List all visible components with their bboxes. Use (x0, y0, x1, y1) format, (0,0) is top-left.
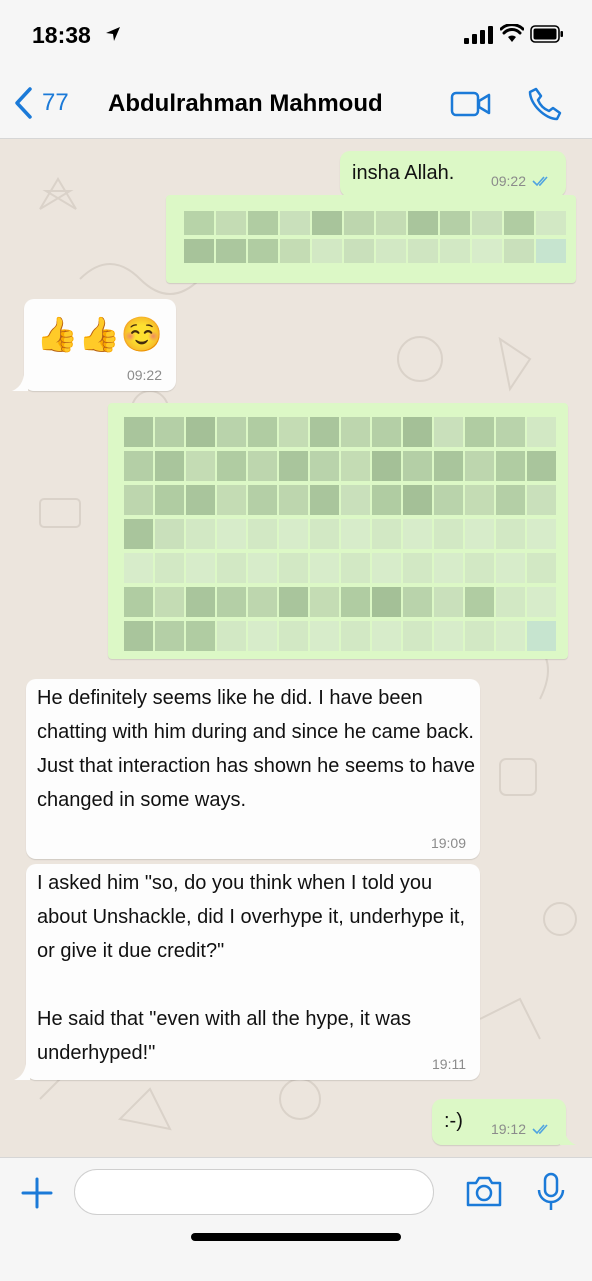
chat-area[interactable]: insha Allah. 09:22 👍👍☺️ 09:22 He definit… (0, 139, 592, 1157)
message-meta: 19:12 (491, 1121, 552, 1137)
video-call-icon[interactable] (450, 90, 492, 118)
message-time: 19:12 (490, 1121, 526, 1137)
pixelated-text (124, 417, 556, 651)
phone-call-icon[interactable] (527, 86, 563, 122)
unread-count: 77 (42, 89, 69, 116)
chat-header: 77 Abdulrahman Mahmoud (0, 70, 592, 139)
bubble-tail (560, 1129, 576, 1145)
message-time: 19:11 (432, 1056, 466, 1072)
bubble-tail (12, 375, 28, 391)
camera-icon[interactable] (465, 1174, 503, 1208)
location-arrow-icon (106, 27, 120, 41)
message-text: insha Allah. (352, 162, 455, 184)
message-emoji: 👍👍☺️ (36, 316, 164, 354)
message-input[interactable] (74, 1169, 434, 1215)
read-receipt-icon (532, 176, 548, 187)
message-text: He definitely seems like he did. I have … (37, 687, 481, 811)
battery-icon (530, 25, 563, 43)
microphone-icon[interactable] (536, 1172, 566, 1212)
message-text: I asked him "so, do you think when I tol… (37, 872, 466, 1064)
outgoing-message[interactable]: :-) 19:12 (432, 1099, 576, 1145)
message-time: 19:09 (430, 835, 466, 851)
home-indicator (191, 1233, 401, 1241)
wifi-icon (500, 24, 524, 42)
outgoing-message[interactable]: insha Allah. 09:22 (340, 151, 566, 197)
bubble-tail (14, 1064, 30, 1080)
pixelated-text (184, 211, 566, 263)
status-time: 18:38 (32, 22, 91, 48)
chevron-left-icon (15, 87, 32, 119)
plus-icon[interactable] (20, 1176, 54, 1210)
message-meta: 09:22 (491, 173, 552, 189)
read-receipt-icon (532, 1124, 548, 1135)
cellular-signal-icon (464, 26, 493, 44)
incoming-message[interactable]: 👍👍☺️ 09:22 (12, 299, 176, 391)
message-text: :-) (444, 1110, 463, 1132)
redacted-outgoing-message[interactable] (108, 403, 568, 659)
incoming-message[interactable]: He definitely seems like he did. I have … (26, 679, 480, 859)
incoming-message[interactable]: I asked him "so, do you think when I tol… (14, 864, 480, 1080)
message-composer (0, 1157, 592, 1281)
status-bar: 18:38 (0, 0, 592, 70)
message-time: 09:22 (490, 173, 526, 189)
message-meta: 19:09 (431, 835, 466, 851)
message-meta: 19:11 (432, 1056, 466, 1072)
redacted-outgoing-message[interactable] (166, 195, 576, 283)
back-button[interactable]: 77 (12, 86, 69, 120)
contact-name[interactable]: Abdulrahman Mahmoud (108, 90, 383, 118)
message-meta: 09:22 (127, 367, 162, 383)
message-time: 09:22 (126, 367, 162, 383)
